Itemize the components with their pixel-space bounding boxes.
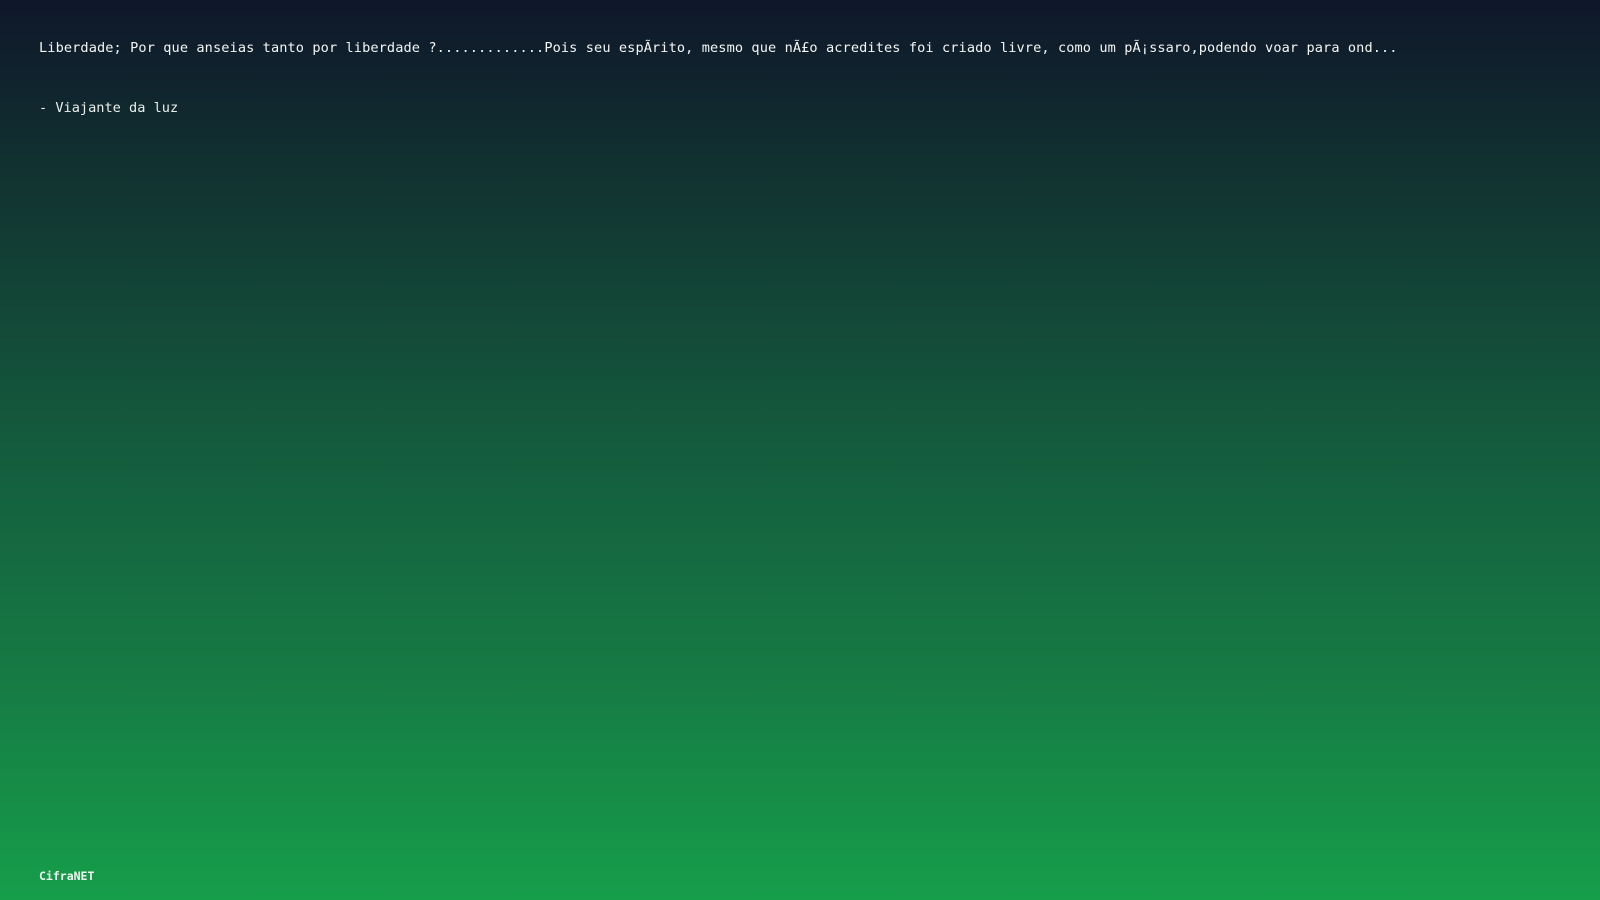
quote-author: - Viajante da luz [39,100,179,116]
quote-text: Liberdade; Por que anseias tanto por lib… [39,40,1398,56]
brand-label: CifraNET [39,869,95,883]
quote-block: Liberdade; Por que anseias tanto por lib… [39,38,1574,118]
